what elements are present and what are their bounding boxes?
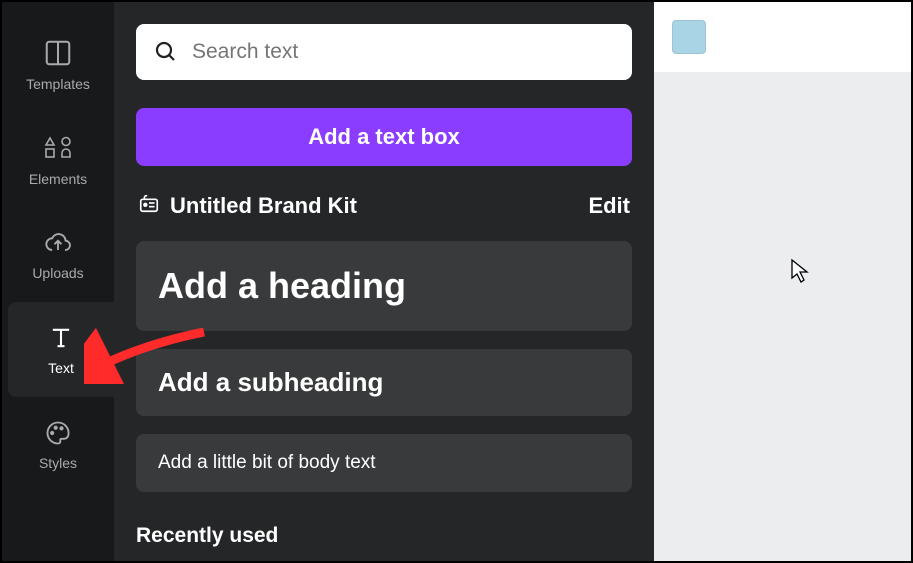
text-panel: Add a text box Untitled Brand Kit Edit A…	[114, 2, 654, 561]
sidebar-item-styles[interactable]: Styles	[2, 397, 114, 492]
sidebar-item-templates[interactable]: Templates	[2, 17, 114, 112]
sidebar-label: Text	[48, 360, 74, 376]
sidebar-label: Elements	[29, 171, 87, 187]
canvas-area[interactable]	[654, 2, 911, 561]
brand-kit-icon	[138, 192, 160, 219]
add-body-text-button[interactable]: Add a little bit of body text	[136, 434, 632, 492]
color-swatch[interactable]	[672, 20, 706, 54]
edit-brand-kit-link[interactable]: Edit	[588, 193, 630, 219]
brand-kit-title: Untitled Brand Kit	[170, 193, 357, 219]
recently-used-heading: Recently used	[136, 524, 632, 548]
search-input[interactable]	[192, 40, 614, 64]
sidebar-item-uploads[interactable]: Uploads	[2, 207, 114, 302]
uploads-icon	[42, 229, 74, 257]
elements-icon	[42, 133, 74, 163]
brand-kit-row: Untitled Brand Kit Edit	[136, 192, 632, 219]
templates-icon	[43, 38, 73, 68]
add-text-box-button[interactable]: Add a text box	[136, 108, 632, 166]
sidebar-label: Templates	[26, 76, 90, 92]
search-icon	[154, 40, 178, 64]
sidebar-item-elements[interactable]: Elements	[2, 112, 114, 207]
left-sidebar: Templates Elements Uploads Text Styles	[2, 2, 114, 561]
sidebar-label: Styles	[39, 455, 77, 471]
styles-icon	[43, 419, 73, 447]
sidebar-label: Uploads	[32, 265, 83, 281]
add-heading-button[interactable]: Add a heading	[136, 241, 632, 331]
text-icon	[47, 324, 75, 352]
add-subheading-button[interactable]: Add a subheading	[136, 349, 632, 416]
canvas-toolbar	[654, 2, 911, 72]
sidebar-item-text[interactable]: Text	[8, 302, 114, 397]
search-box[interactable]	[136, 24, 632, 80]
